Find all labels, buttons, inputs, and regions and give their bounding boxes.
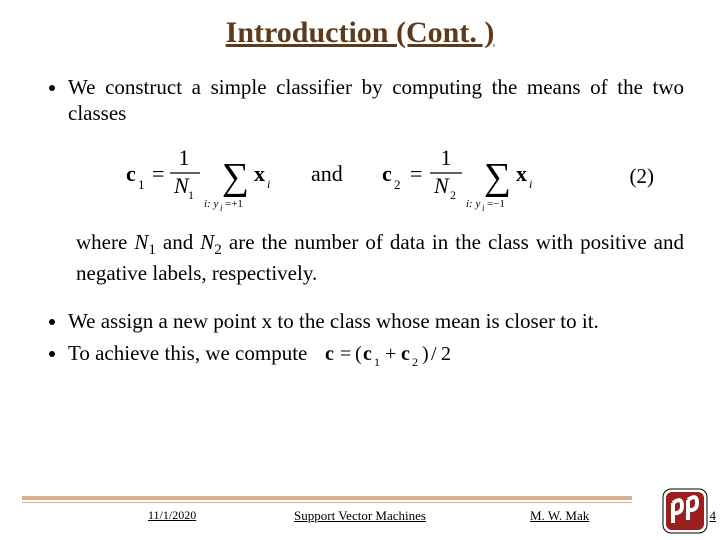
slide-title: Introduction (Cont. ) — [36, 16, 684, 50]
svg-text:c: c — [382, 161, 392, 186]
svg-text:+: + — [385, 343, 396, 365]
svg-text:/: / — [431, 343, 437, 365]
where-n1: N — [134, 230, 148, 254]
svg-text:c: c — [401, 343, 410, 365]
slide: Introduction (Cont. ) We construct a sim… — [0, 0, 720, 540]
svg-text:i: i — [529, 177, 532, 191]
slide-body: We construct a simple classifier by comp… — [36, 74, 684, 374]
svg-text:=: = — [340, 343, 351, 365]
footer-page-number: 4 — [710, 508, 717, 524]
where-n2: N — [200, 230, 214, 254]
equation-2-row: c 1 = 1 N 1 ∑ i: y i =+1 x i — [36, 141, 684, 211]
logo-icon — [662, 488, 708, 534]
bullet-1: We construct a simple classifier by comp… — [68, 74, 684, 127]
svg-text:2: 2 — [394, 177, 401, 192]
svg-text:1: 1 — [188, 188, 194, 202]
svg-text:i: i — [220, 203, 223, 211]
svg-text:=−1: =−1 — [487, 198, 505, 210]
svg-text:x: x — [516, 161, 527, 186]
svg-text:): ) — [422, 343, 429, 365]
footer-center: Support Vector Machines — [0, 508, 720, 524]
bullet-3-text: To achieve this, we compute — [68, 341, 307, 365]
svg-text:x: x — [254, 161, 265, 186]
svg-text:=+1: =+1 — [225, 198, 243, 210]
svg-text:N: N — [433, 173, 450, 198]
svg-text:2: 2 — [412, 355, 418, 368]
svg-text:c: c — [126, 161, 136, 186]
svg-text:1: 1 — [374, 355, 380, 368]
svg-text:1: 1 — [138, 177, 145, 192]
where-mid1: and — [156, 230, 200, 254]
svg-text:i: i — [267, 177, 270, 191]
svg-text:c: c — [325, 343, 334, 365]
svg-text:c: c — [363, 343, 372, 365]
bullet-list-2: We assign a new point x to the class who… — [44, 308, 684, 375]
bullet-3: To achieve this, we compute c = ( c 1 + … — [68, 340, 684, 374]
svg-text:∑: ∑ — [222, 156, 249, 198]
svg-text:∑: ∑ — [484, 156, 511, 198]
svg-text:(: ( — [355, 343, 362, 365]
where-pre: where — [76, 230, 134, 254]
equation-2-label: (2) — [630, 163, 655, 189]
svg-text:and: and — [311, 161, 343, 186]
svg-text:1: 1 — [179, 145, 190, 170]
footer: 11/1/2020 Support Vector Machines M. W. … — [0, 496, 720, 530]
equation-c: c = ( c 1 + c 2 ) / 2 — [325, 340, 485, 374]
svg-text:i: i — [482, 203, 485, 211]
footer-rule-thick — [22, 496, 632, 500]
svg-text:=: = — [152, 161, 164, 186]
where-sub2: 2 — [214, 242, 222, 258]
where-sub1: 1 — [148, 242, 156, 258]
svg-text:2: 2 — [450, 188, 456, 202]
svg-text:i: y: i: y — [466, 198, 480, 210]
bullet-list-1: We construct a simple classifier by comp… — [44, 74, 684, 127]
where-text: where N1 and N2 are the number of data i… — [76, 229, 684, 286]
equation-2: c 1 = 1 N 1 ∑ i: y i =+1 x i — [126, 141, 586, 211]
footer-author: M. W. Mak — [530, 508, 589, 524]
svg-text:2: 2 — [441, 343, 451, 365]
svg-text:=: = — [410, 161, 422, 186]
svg-text:1: 1 — [441, 145, 452, 170]
svg-text:i: y: i: y — [204, 198, 218, 210]
bullet-2: We assign a new point x to the class who… — [68, 308, 684, 334]
footer-rule-thin — [22, 502, 632, 503]
